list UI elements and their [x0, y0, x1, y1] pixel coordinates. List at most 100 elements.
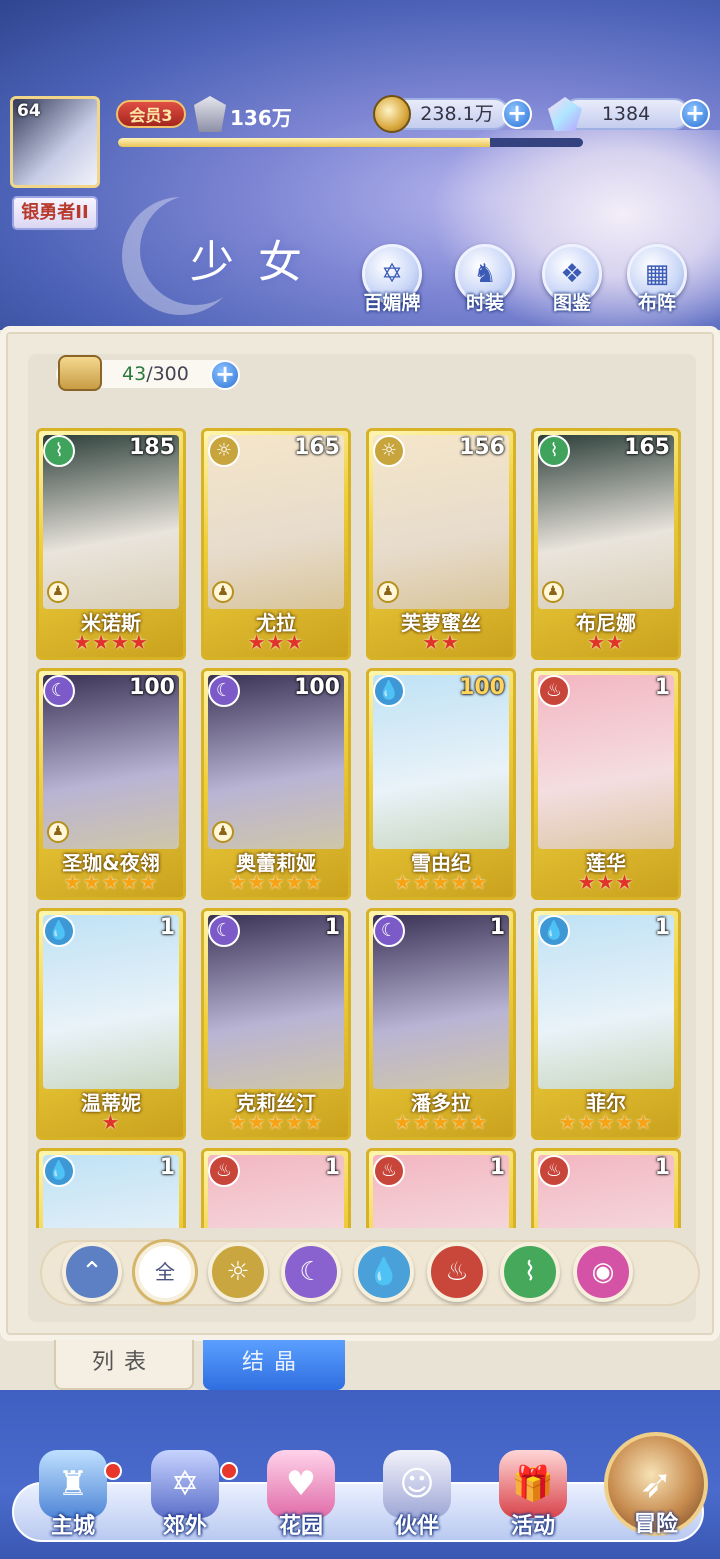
character-card[interactable]: ♨ 1	[531, 1148, 681, 1228]
character-level: 100	[294, 675, 340, 700]
formation-button[interactable]: ▦ 布阵	[622, 244, 692, 314]
nav-garden[interactable]: ♥ 花园	[246, 1450, 356, 1550]
formation-label: 布阵	[637, 292, 676, 314]
costume-label: 时装	[465, 292, 504, 314]
star-rating: ★★★★★	[393, 870, 489, 894]
water-icon: 💧	[367, 1257, 401, 1287]
compass-icon: ➶	[639, 1461, 673, 1507]
filter-light[interactable]: ☼	[208, 1242, 268, 1302]
wind-element-icon: ⌇	[538, 435, 570, 467]
dark-element-icon: ☾	[208, 915, 240, 947]
character-level: 156	[459, 435, 505, 460]
character-card[interactable]: ♨ 1	[366, 1148, 516, 1228]
fire-icon: ♨	[445, 1257, 469, 1287]
player-rank-badge[interactable]: 银勇者II	[12, 196, 98, 230]
character-card[interactable]: ☾ 100 ♟ 圣珈&夜翎 ★★★★★	[36, 668, 186, 900]
nav-garden-label: 花园	[278, 1514, 323, 1539]
character-card[interactable]: 💧 100 雪由纪 ★★★★★	[366, 668, 516, 900]
charm-card-label: 百媚牌	[363, 292, 421, 314]
character-card[interactable]: ☼ 165 ♟ 尤拉 ★★★	[201, 428, 351, 660]
codex-button[interactable]: ❖ 图鉴	[537, 244, 607, 314]
character-card[interactable]: 💧 1 温蒂妮 ★	[36, 908, 186, 1140]
character-level: 1	[654, 1155, 670, 1180]
star-rating: ★★	[422, 630, 460, 654]
character-card[interactable]: ♨ 1 莲华 ★★★	[531, 668, 681, 900]
main-city-notification-dot	[104, 1462, 122, 1480]
star-rating: ★★★★★	[558, 1110, 654, 1134]
nav-events-label: 活动	[510, 1514, 555, 1539]
player-avatar[interactable]: 64	[10, 96, 100, 188]
tab-crystal[interactable]: 结晶	[203, 1340, 345, 1390]
codex-label: 图鉴	[552, 292, 591, 314]
light-element-icon: ☼	[373, 435, 405, 467]
fire-element-icon: ♨	[538, 675, 570, 707]
nav-main-city-label: 主城	[50, 1514, 95, 1539]
tab-list[interactable]: 列表	[54, 1340, 194, 1390]
character-card[interactable]: ☾ 1 潘多拉 ★★★★★	[366, 908, 516, 1140]
star-rating: ★	[101, 1110, 121, 1134]
exp-progress-fill	[118, 138, 490, 147]
character-grid[interactable]: ⌇ 185 ♟ 米诺斯 ★★★★ ☼ 165 ♟ 尤拉 ★★★ ☼ 156 ♟ 芙萝蜜丝 ★★ ⌇ 165 ♟ 布尼…	[36, 428, 686, 1228]
gold-value: 238.1万	[420, 103, 494, 125]
exp-progress-bar	[118, 138, 583, 147]
star-rating: ★★★★	[73, 630, 149, 654]
roster-box-icon	[58, 355, 102, 391]
character-card[interactable]: ☼ 156 ♟ 芙萝蜜丝 ★★	[366, 428, 516, 660]
charm-card-button[interactable]: ✡ 百媚牌	[357, 244, 427, 314]
add-gold-button[interactable]: +	[502, 99, 532, 129]
nav-events[interactable]: 🎁 活动	[478, 1450, 588, 1550]
light-element-icon: ☼	[208, 435, 240, 467]
gem-value: 1384	[601, 103, 651, 125]
role-icon: ♟	[47, 821, 69, 843]
outskirts-notification-dot	[220, 1462, 238, 1480]
character-card[interactable]: ⌇ 185 ♟ 米诺斯 ★★★★	[36, 428, 186, 660]
filter-all-label: 全	[155, 1260, 175, 1284]
filter-wing[interactable]: ⌃	[62, 1242, 122, 1302]
character-level: 1	[489, 1155, 505, 1180]
star-rating: ★★	[587, 630, 625, 654]
role-icon: ♟	[212, 581, 234, 603]
character-card[interactable]: ☾ 1 克莉丝汀 ★★★★★	[201, 908, 351, 1140]
vip-badge[interactable]: 会员3	[116, 100, 186, 128]
character-level: 1	[324, 915, 340, 940]
add-gems-button[interactable]: +	[680, 99, 710, 129]
character-level: 1	[159, 1155, 175, 1180]
filter-water[interactable]: 💧	[354, 1242, 414, 1302]
power-value: 136万	[230, 106, 292, 130]
fire-element-icon: ♨	[538, 1155, 570, 1187]
filter-all[interactable]: 全	[135, 1242, 195, 1302]
character-level: 1	[489, 915, 505, 940]
wind-element-icon: ⌇	[43, 435, 75, 467]
nav-partners-label: 伙伴	[394, 1514, 439, 1539]
star-icon: ◉	[591, 1257, 615, 1287]
character-card[interactable]: 💧 1	[36, 1148, 186, 1228]
dark-icon: ☾	[299, 1257, 323, 1287]
character-card[interactable]: ♨ 1	[201, 1148, 351, 1228]
character-level: 1	[654, 675, 670, 700]
filter-wind[interactable]: ⌇	[500, 1242, 560, 1302]
fire-element-icon: ♨	[208, 1155, 240, 1187]
nav-partners[interactable]: ☺ 伙伴	[362, 1450, 472, 1550]
gold-coin-icon	[373, 95, 411, 133]
role-icon: ♟	[212, 821, 234, 843]
costume-button[interactable]: ♞ 时装	[450, 244, 520, 314]
character-card[interactable]: ☾ 100 ♟ 奥蕾莉娅 ★★★★★	[201, 668, 351, 900]
dark-element-icon: ☾	[373, 915, 405, 947]
filter-dark[interactable]: ☾	[281, 1242, 341, 1302]
character-level: 1	[654, 915, 670, 940]
star-rating: ★★★★★	[228, 1110, 324, 1134]
dark-element-icon: ☾	[208, 675, 240, 707]
character-card[interactable]: ⌇ 165 ♟ 布尼娜 ★★	[531, 428, 681, 660]
role-icon: ♟	[377, 581, 399, 603]
expand-roster-button[interactable]: +	[210, 360, 240, 390]
water-element-icon: 💧	[538, 915, 570, 947]
character-card[interactable]: 💧 1 菲尔 ★★★★★	[531, 908, 681, 1140]
roster-count: 43	[122, 363, 147, 385]
filter-star[interactable]: ◉	[573, 1242, 633, 1302]
star-rating: ★★★★★	[63, 870, 159, 894]
roster-capacity-max: /300	[146, 363, 189, 385]
water-element-icon: 💧	[43, 1155, 75, 1187]
star-rating: ★★★	[577, 870, 635, 894]
role-icon: ♟	[47, 581, 69, 603]
filter-fire[interactable]: ♨	[427, 1242, 487, 1302]
